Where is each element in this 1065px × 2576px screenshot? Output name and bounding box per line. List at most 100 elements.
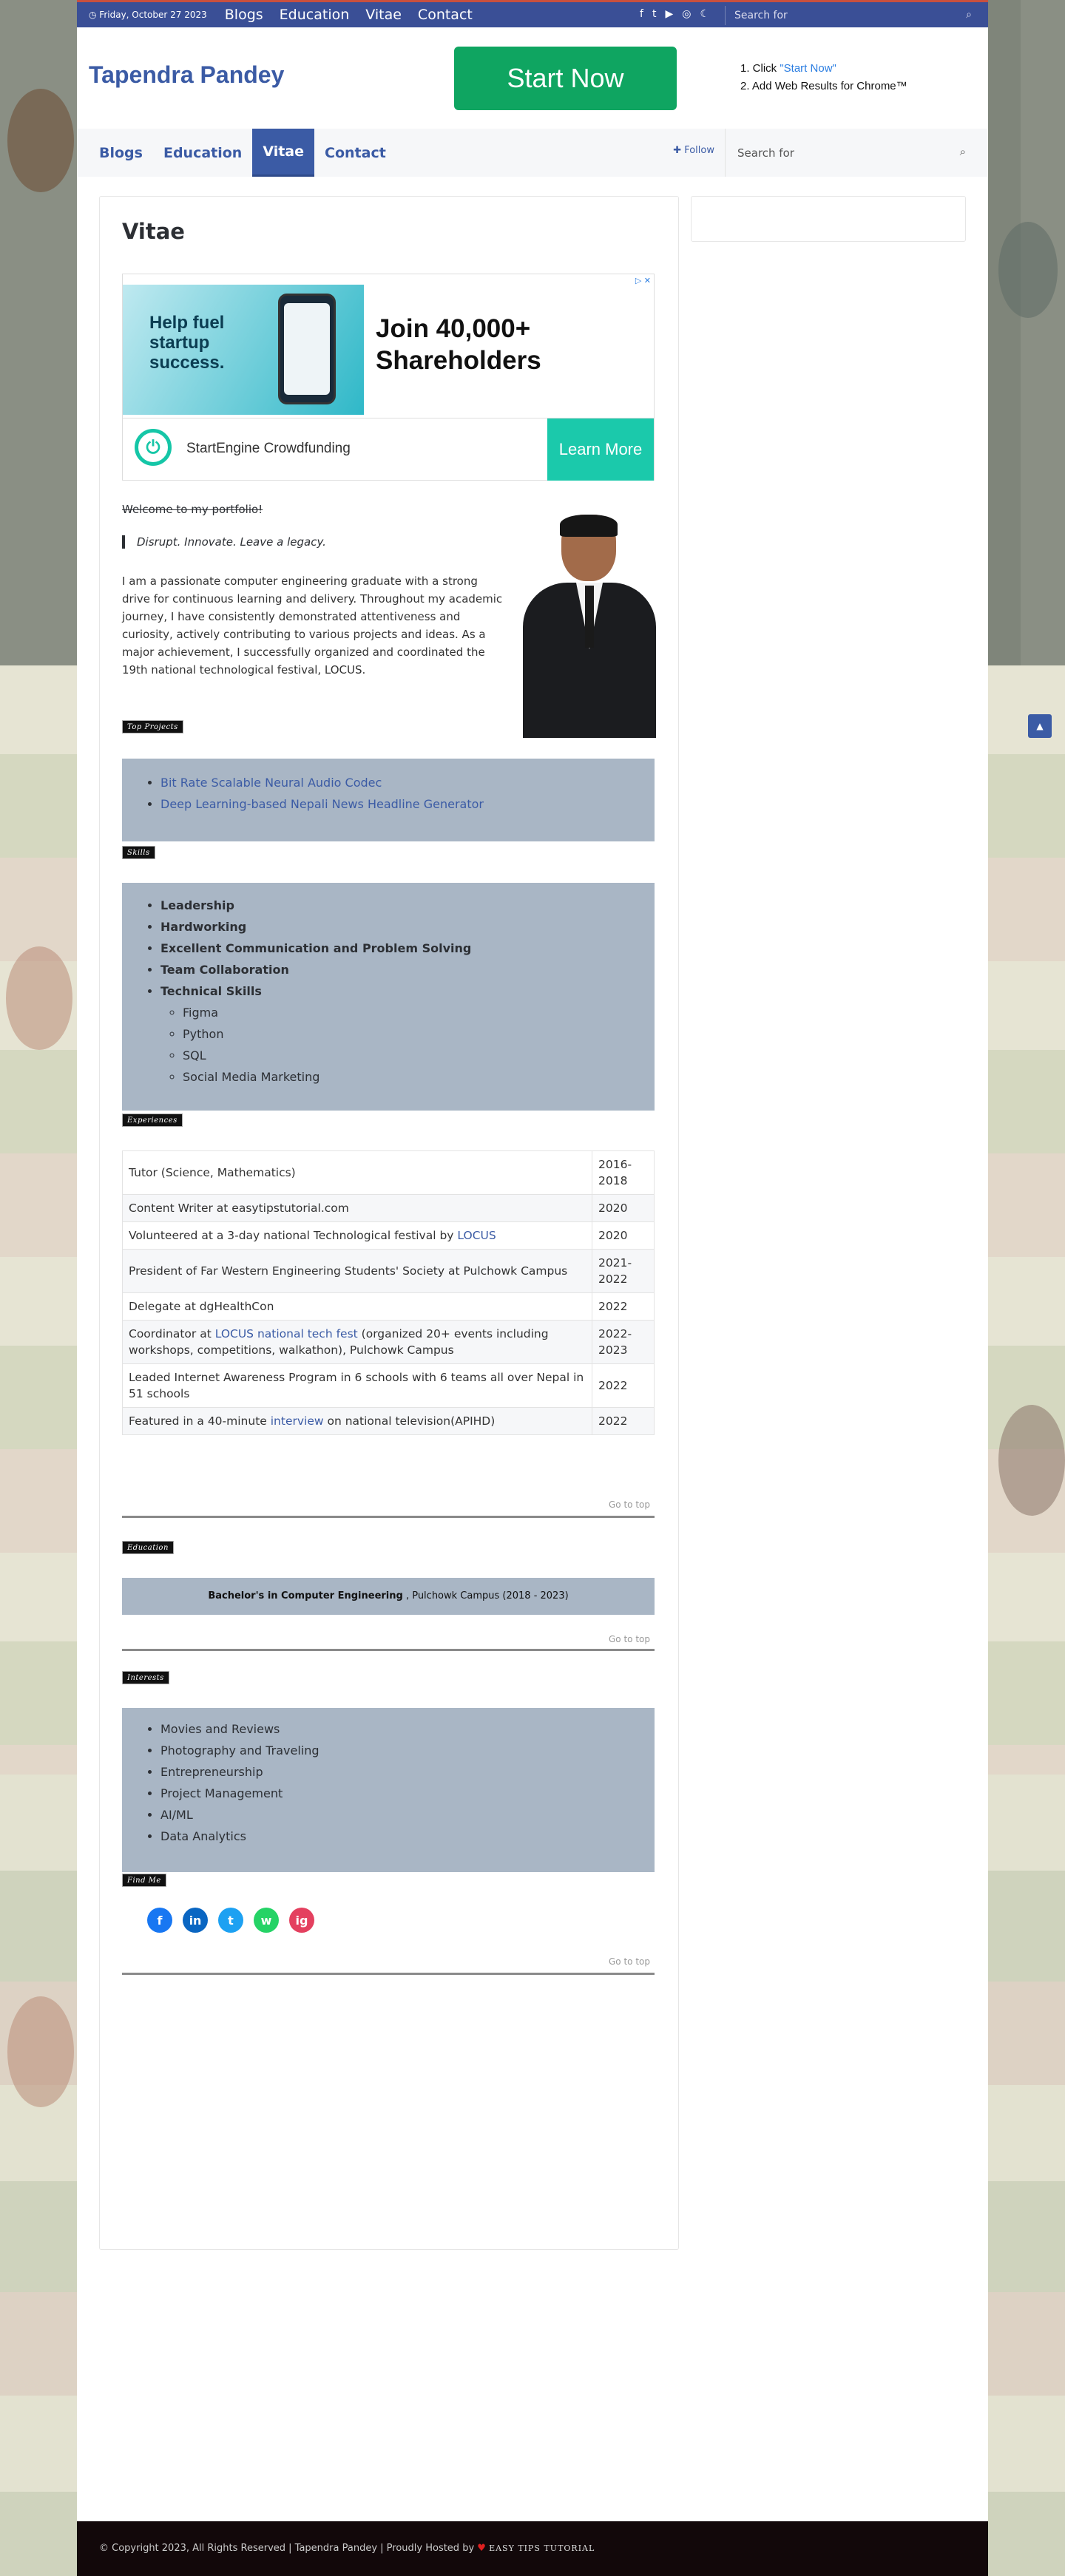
- list-item: Data Analytics: [160, 1826, 655, 1847]
- table-row: Tutor (Science, Mathematics) 2016-2018: [122, 1150, 655, 1195]
- footer-host-brand[interactable]: EASY TIPS TUTORIAL: [489, 2543, 595, 2553]
- section-divider: [122, 1973, 655, 1975]
- nav-blogs[interactable]: Blogs: [89, 129, 153, 177]
- list-item: Hardworking: [160, 916, 655, 938]
- list-item: Bit Rate Scalable Neural Audio Codec: [160, 772, 655, 793]
- whatsapp-icon[interactable]: w: [254, 1908, 279, 1933]
- ad-headline: Join 40,000+ Shareholders: [376, 314, 541, 375]
- list-item: Deep Learning-based Nepali News Headline…: [160, 793, 655, 815]
- section-divider: [122, 1516, 655, 1518]
- go-to-top-link[interactable]: Go to top: [609, 1499, 650, 1510]
- back-to-top-button[interactable]: ▲: [1028, 714, 1052, 738]
- top-social-icons: f t ▶ ◎ ☾: [640, 8, 709, 20]
- twitter-icon[interactable]: t: [218, 1908, 243, 1933]
- experience-table: Tutor (Science, Mathematics) 2016-2018 Con…: [122, 1150, 655, 1435]
- instagram-icon[interactable]: ig: [289, 1908, 314, 1933]
- date-text: Friday, October 27 2023: [99, 10, 207, 20]
- top-search-input[interactable]: Search for ⌕: [725, 6, 976, 25]
- go-to-top-link[interactable]: Go to top: [609, 1634, 650, 1644]
- nav-contact[interactable]: Contact: [314, 129, 396, 177]
- background-tree: [998, 222, 1058, 318]
- ad-step-1-link[interactable]: "Start Now": [780, 62, 836, 75]
- experience-link[interactable]: LOCUS: [457, 1229, 496, 1242]
- experience-text: Coordinator at: [129, 1327, 215, 1340]
- ad-footer: ⏻ StartEngine Crowdfunding Learn More: [123, 418, 654, 481]
- experience-year: 2022: [592, 1363, 655, 1408]
- project-link[interactable]: Deep Learning-based Nepali News Headline…: [160, 797, 484, 811]
- experience-year: 2021-2022: [592, 1249, 655, 1293]
- site-header: Tapendra Pandey Start Now 1. Click "Star…: [77, 27, 988, 129]
- facebook-icon[interactable]: f: [147, 1908, 172, 1933]
- follow-label: Follow: [684, 145, 714, 156]
- list-item: Project Management: [160, 1783, 655, 1804]
- nav-education[interactable]: Education: [153, 129, 252, 177]
- twitter-icon[interactable]: t: [652, 8, 657, 20]
- top-nav-education[interactable]: Education: [280, 7, 350, 23]
- experience-table-body: Tutor (Science, Mathematics) 2016-2018 Con…: [122, 1150, 655, 1435]
- ad-steps: 1. Click "Start Now" 2. Add Web Results …: [740, 60, 907, 95]
- experience-link[interactable]: LOCUS national tech fest: [215, 1327, 358, 1340]
- experience-text: Volunteered at a 3-day national Technolo…: [129, 1229, 458, 1242]
- section-label-skills: Skills: [122, 846, 155, 859]
- experience-description: Content Writer at easytipstutorial.com: [122, 1194, 592, 1222]
- follow-button[interactable]: ✚ Follow: [673, 145, 714, 156]
- ad-step-2: 2. Add Web Results for Chrome™: [740, 80, 907, 92]
- nav-vitae[interactable]: Vitae: [252, 129, 315, 177]
- power-icon: ⏻: [135, 429, 172, 466]
- linkedin-icon[interactable]: in: [183, 1908, 208, 1933]
- top-bar: ◷ Friday, October 27 2023 Blogs Educatio…: [77, 0, 988, 27]
- search-icon[interactable]: ⌕: [966, 9, 972, 21]
- welcome-text: Welcome to my portfolio!: [122, 503, 263, 516]
- top-nav-blogs[interactable]: Blogs: [225, 7, 263, 23]
- experience-text: Tutor (Science, Mathematics): [129, 1166, 296, 1179]
- plus-icon: ✚: [673, 145, 685, 156]
- background-tree: [6, 946, 72, 1050]
- main-search-input[interactable]: Search for ⌕: [725, 129, 976, 177]
- ad-banner[interactable]: Help fuel startup success. Join 40,000+ …: [122, 274, 655, 481]
- background-tree: [7, 1996, 74, 2107]
- experience-description: Delegate at dgHealthCon: [122, 1292, 592, 1321]
- list-item: AI/ML: [160, 1804, 655, 1826]
- education-box: Bachelor's in Computer Engineering , Pul…: [122, 1578, 655, 1615]
- project-link[interactable]: Bit Rate Scalable Neural Audio Codec: [160, 776, 382, 790]
- profile-photo-tie: [585, 586, 594, 648]
- table-row: Featured in a 40-minute interview on nat…: [122, 1407, 655, 1435]
- section-label-interests: Interests: [122, 1671, 169, 1684]
- experience-description: Coordinator at LOCUS national tech fest …: [122, 1320, 592, 1364]
- bio-paragraph: I am a passionate computer engineering g…: [122, 574, 503, 677]
- section-divider: [122, 1649, 655, 1651]
- ad-step-1-text: 1. Click: [740, 62, 780, 75]
- experience-link[interactable]: interview: [271, 1414, 324, 1428]
- list-item: Movies and Reviews: [160, 1718, 655, 1740]
- list-item: SQL: [183, 1045, 655, 1066]
- section-label-experiences: Experiences: [122, 1114, 183, 1127]
- start-now-ad-button[interactable]: Start Now: [454, 47, 677, 110]
- go-to-top-link[interactable]: Go to top: [609, 1956, 650, 1967]
- profile-photo: [523, 515, 656, 738]
- ad-choices-icon[interactable]: ▷ ✕: [635, 276, 651, 285]
- main-search-placeholder: Search for: [737, 146, 794, 160]
- instagram-icon[interactable]: ◎: [682, 8, 691, 20]
- ad-brand: StartEngine Crowdfunding: [186, 441, 351, 456]
- social-links: f in t w ig: [147, 1908, 314, 1933]
- list-item: Python: [183, 1023, 655, 1045]
- site-logo[interactable]: Tapendra Pandey: [89, 61, 284, 89]
- page-title: Vitae: [122, 219, 185, 244]
- top-nav-contact[interactable]: Contact: [418, 7, 473, 23]
- experience-year: 2022: [592, 1292, 655, 1321]
- search-icon[interactable]: ⌕: [960, 145, 966, 158]
- experience-year: 2016-2018: [592, 1150, 655, 1195]
- experience-description: Featured in a 40-minute interview on nat…: [122, 1407, 592, 1435]
- facebook-icon[interactable]: f: [640, 8, 643, 20]
- heart-icon: ♥: [477, 2543, 486, 2554]
- youtube-icon[interactable]: ▶: [665, 8, 673, 20]
- skills-box: Leadership Hardworking Excellent Communi…: [122, 883, 655, 1111]
- list-item: Figma: [183, 1002, 655, 1023]
- top-nav-vitae[interactable]: Vitae: [365, 7, 402, 23]
- learn-more-button[interactable]: Learn More: [547, 418, 654, 481]
- table-row: Volunteered at a 3-day national Technolo…: [122, 1221, 655, 1250]
- list-item: Social Media Marketing: [183, 1066, 655, 1088]
- interests-box: Movies and Reviews Photography and Trave…: [122, 1708, 655, 1872]
- table-row: Delegate at dgHealthCon 2022: [122, 1292, 655, 1321]
- dark-mode-icon[interactable]: ☾: [700, 8, 709, 20]
